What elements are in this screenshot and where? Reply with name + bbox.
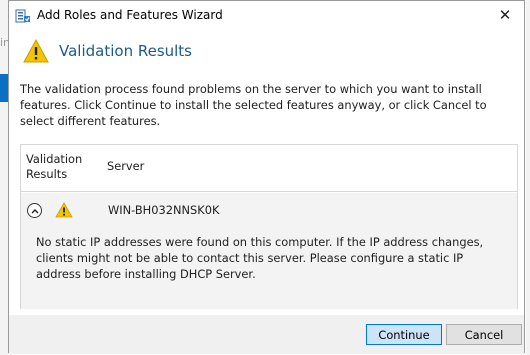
server-manager-icon — [15, 9, 30, 23]
validation-message: No static IP addresses were found on thi… — [36, 235, 484, 281]
warning-icon — [55, 202, 73, 218]
window-title: Add Roles and Features Wizard — [37, 8, 223, 22]
page-title: Validation Results — [59, 42, 193, 60]
close-icon: ✕ — [498, 6, 512, 24]
title-bar[interactable]: Add Roles and Features Wizard ✕ — [9, 1, 524, 31]
collapse-button[interactable] — [27, 203, 42, 218]
warning-icon — [23, 39, 49, 63]
button-bar: Continue Cancel — [9, 315, 524, 354]
close-button[interactable]: ✕ — [490, 3, 520, 27]
chevron-up-icon — [31, 208, 38, 213]
continue-button[interactable]: Continue — [366, 324, 442, 345]
wizard-dialog: Add Roles and Features Wizard ✕ Validati… — [8, 0, 525, 354]
validation-description: The validation process found problems on… — [20, 82, 487, 128]
server-name: WIN-BH032NNSK0K — [108, 203, 220, 217]
background-window-right — [526, 0, 530, 355]
table-row[interactable]: WIN-BH032NNSK0K No static IP addresses w… — [21, 193, 517, 309]
page-header: Validation Results — [9, 39, 524, 71]
cancel-button[interactable]: Cancel — [446, 324, 522, 345]
column-header-server[interactable]: Server — [107, 159, 144, 173]
column-header-validation-results[interactable]: Validation Results — [26, 152, 96, 182]
validation-results-table: Validation Results Server WIN-BH032NNSK0… — [20, 144, 518, 309]
table-header: Validation Results Server — [21, 145, 517, 192]
